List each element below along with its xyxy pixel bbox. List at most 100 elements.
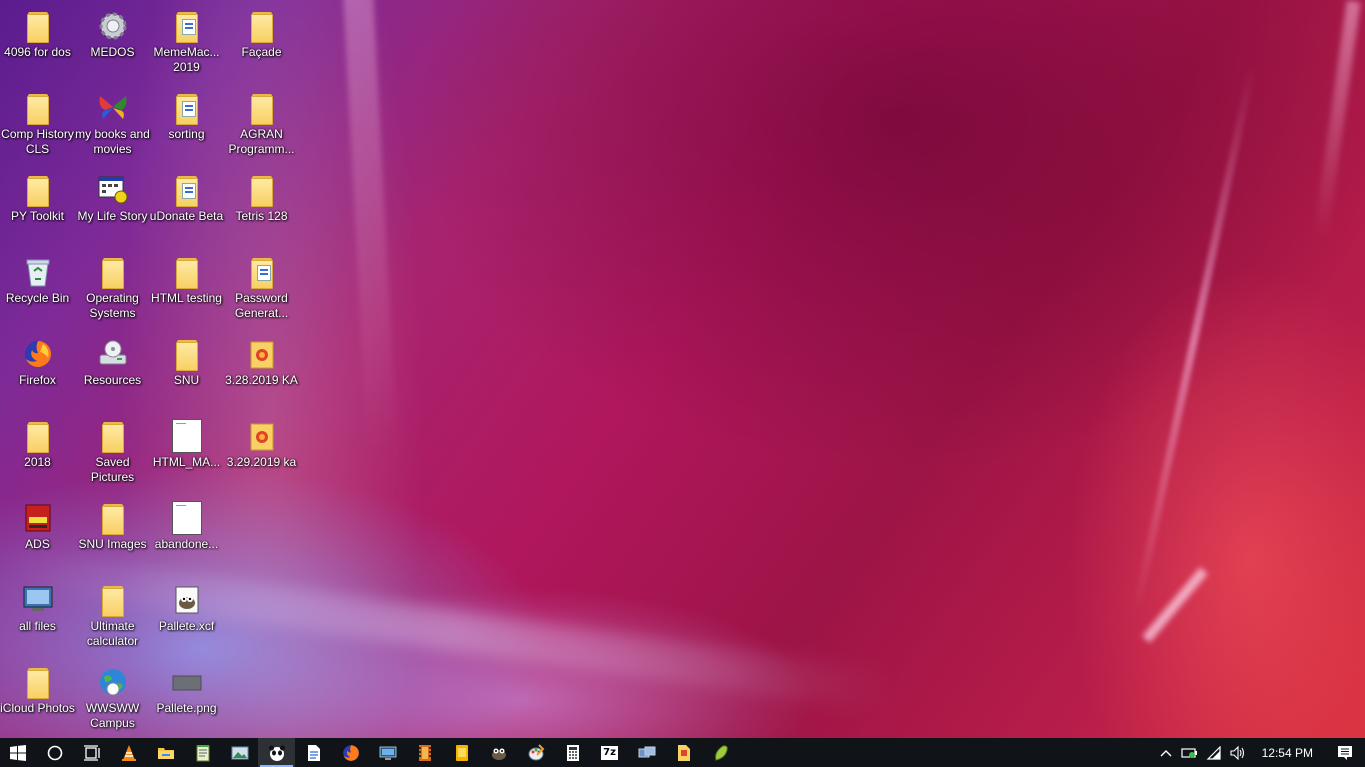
desktop-icon-label: WWSWW Campus (85, 701, 140, 730)
archive-folder-icon (246, 338, 278, 370)
drive-icon (97, 338, 129, 370)
desktop-icon-label: MEDOS (90, 45, 135, 59)
volume-button[interactable] (1226, 738, 1250, 767)
taskbar-calculator[interactable] (554, 738, 591, 767)
desktop-icon-icloud-photos[interactable]: iCloud Photos (0, 660, 75, 738)
desktop-icon-label: SNU Images (78, 537, 147, 551)
show-hidden-icons-button[interactable] (1154, 738, 1178, 767)
desktop-icon-label: Resources (83, 373, 142, 387)
wallpaper-streak (1131, 65, 1257, 615)
desktop-icon-3-29-2019-ka[interactable]: 3.29.2019 ka (224, 414, 299, 496)
task-view-icon (83, 744, 100, 761)
taskbar-sticky[interactable] (443, 738, 480, 767)
desktop-icon-tetris-128[interactable]: Tetris 128 (224, 168, 299, 250)
search-circle-icon (47, 745, 62, 760)
desktop-icon-2018[interactable]: 2018 (0, 414, 75, 496)
desktop-icon-my-books-and-movies[interactable]: my books and movies (75, 86, 150, 168)
desktop-icon-udonate-beta[interactable]: uDonate Beta (149, 168, 224, 250)
desktop-icon-sorting[interactable]: sorting (149, 86, 224, 168)
taskbar-7zip[interactable]: 7z (591, 738, 628, 767)
taskbar-vlc[interactable] (110, 738, 147, 767)
start-button[interactable] (0, 738, 36, 767)
sticky-note-icon (455, 744, 468, 761)
battery-button[interactable] (1178, 738, 1202, 767)
taskbar-gimp[interactable] (480, 738, 517, 767)
desktop-icon-operating-systems[interactable]: Operating Systems (75, 250, 150, 332)
folder-icon (22, 10, 54, 43)
wallpaper-streak (1313, 0, 1361, 240)
wallpaper-streak (1142, 567, 1208, 643)
taskbar-archive[interactable] (665, 738, 702, 767)
desktop-icon-label: HTML testing (151, 291, 222, 305)
action-center-button[interactable] (1325, 738, 1365, 767)
firefox-icon (342, 744, 359, 761)
wifi-button[interactable] (1202, 738, 1226, 767)
calculator-icon (566, 744, 579, 761)
desktop-icon-all-files[interactable]: all files (0, 578, 75, 660)
taskbar-notepad[interactable] (184, 738, 221, 767)
taskbar-paint[interactable] (517, 738, 554, 767)
desktop-icon-label: all files (19, 619, 56, 633)
desktop-icon-mememac-2019[interactable]: MemeMac... 2019 (149, 4, 224, 86)
taskbar-photos[interactable] (221, 738, 258, 767)
folder-icon (97, 584, 129, 617)
desktop-icon-ultimate-calculator[interactable]: Ultimate calculator (75, 578, 150, 660)
clock[interactable]: 12:54 PM (1250, 746, 1325, 760)
desktop-icon-label: Pallete.xcf (158, 619, 215, 633)
desktop-icon-4096-for-dos[interactable]: 4096 for dos (0, 4, 75, 86)
gear-icon (97, 10, 129, 42)
desktop-icon-pallete-xcf[interactable]: Pallete.xcf (149, 578, 224, 660)
desktop-icon-label: Façade (241, 45, 282, 59)
app-icon (22, 502, 54, 534)
taskbar-film[interactable] (406, 738, 443, 767)
desktop-icon-agran-programm[interactable]: AGRAN Programm... (224, 86, 299, 168)
desktop-icon-wwsww-campus[interactable]: WWSWW Campus (75, 660, 150, 738)
desktop-icon-resources[interactable]: Resources (75, 332, 150, 414)
taskbar-network[interactable] (628, 738, 665, 767)
desktop-icon-label: sorting (168, 127, 205, 141)
desktop-icon-medos[interactable]: MEDOS (75, 4, 150, 86)
desktop-icon-html-testing[interactable]: HTML testing (149, 250, 224, 332)
desktop-icon-snu[interactable]: SNU (149, 332, 224, 414)
desktop-icon-comp-history-cls[interactable]: Comp History CLS (0, 86, 75, 168)
desktop-icon-ads[interactable]: ADS (0, 496, 75, 578)
taskbar: 7z 12:54 PM (0, 738, 1365, 767)
seven-zip-icon: 7z (601, 745, 618, 760)
search-button[interactable] (36, 738, 73, 767)
desktop: 4096 for dos MEDOS MemeMac... 2019 Façad… (0, 0, 1365, 738)
desktop-icon-abandone[interactable]: abandone... (149, 496, 224, 578)
desktop-icon-label: Recycle Bin (5, 291, 70, 305)
taskbar-display[interactable] (369, 738, 406, 767)
folder-icon (171, 10, 203, 43)
desktop-icon-password-generat[interactable]: Password Generat... (224, 250, 299, 332)
desktop-icon-firefox[interactable]: Firefox (0, 332, 75, 414)
taskbar-android[interactable] (702, 738, 739, 767)
globe-icon (97, 666, 129, 698)
desktop-icon-label: my books and movies (75, 127, 150, 156)
folder-icon (97, 420, 129, 453)
android-icon (714, 744, 728, 761)
monitor-icon (22, 584, 54, 616)
gimp-icon (491, 748, 506, 760)
taskbar-document[interactable] (295, 738, 332, 767)
photos-icon (231, 746, 248, 759)
desktop-icon-pallete-png[interactable]: Pallete.png (149, 660, 224, 738)
desktop-icon-label: iCloud Photos (0, 701, 75, 715)
paint-icon (528, 743, 544, 760)
desktop-icon-html-ma[interactable]: HTML_MA... (149, 414, 224, 496)
taskbar-panda[interactable] (258, 738, 295, 767)
desktop-icon-snu-images[interactable]: SNU Images (75, 496, 150, 578)
taskbar-firefox[interactable] (332, 738, 369, 767)
task-view-button[interactable] (73, 738, 110, 767)
desktop-icon-recycle-bin[interactable]: Recycle Bin (0, 250, 75, 332)
desktop-icon-saved-pictures[interactable]: Saved Pictures (75, 414, 150, 496)
panda-icon (268, 745, 285, 761)
desktop-icon-my-life-story[interactable]: My Life Story (75, 168, 150, 250)
desktop-icon-3-28-2019-ka[interactable]: 3.28.2019 KA (224, 332, 299, 414)
windows-logo-icon (10, 744, 26, 761)
taskbar-file-explorer[interactable] (147, 738, 184, 767)
archive-folder-icon (246, 420, 278, 452)
desktop-icon-facade[interactable]: Façade (224, 4, 299, 86)
desktop-icon-py-toolkit[interactable]: PY Toolkit (0, 168, 75, 250)
recycle-bin-icon (22, 256, 54, 288)
